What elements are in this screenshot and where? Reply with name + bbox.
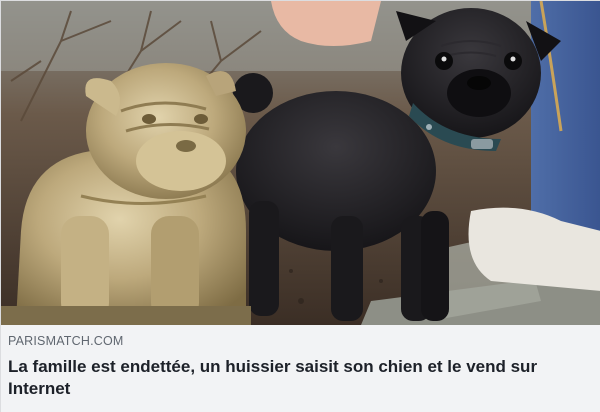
link-preview-card[interactable]: PARISMATCH.COM La famille est endettée, … (0, 0, 600, 412)
article-headline[interactable]: La famille est endettée, un huissier sai… (8, 356, 595, 400)
article-thumbnail[interactable] (1, 1, 600, 325)
link-meta[interactable]: PARISMATCH.COM La famille est endettée, … (1, 325, 600, 412)
source-domain: PARISMATCH.COM (8, 334, 124, 348)
